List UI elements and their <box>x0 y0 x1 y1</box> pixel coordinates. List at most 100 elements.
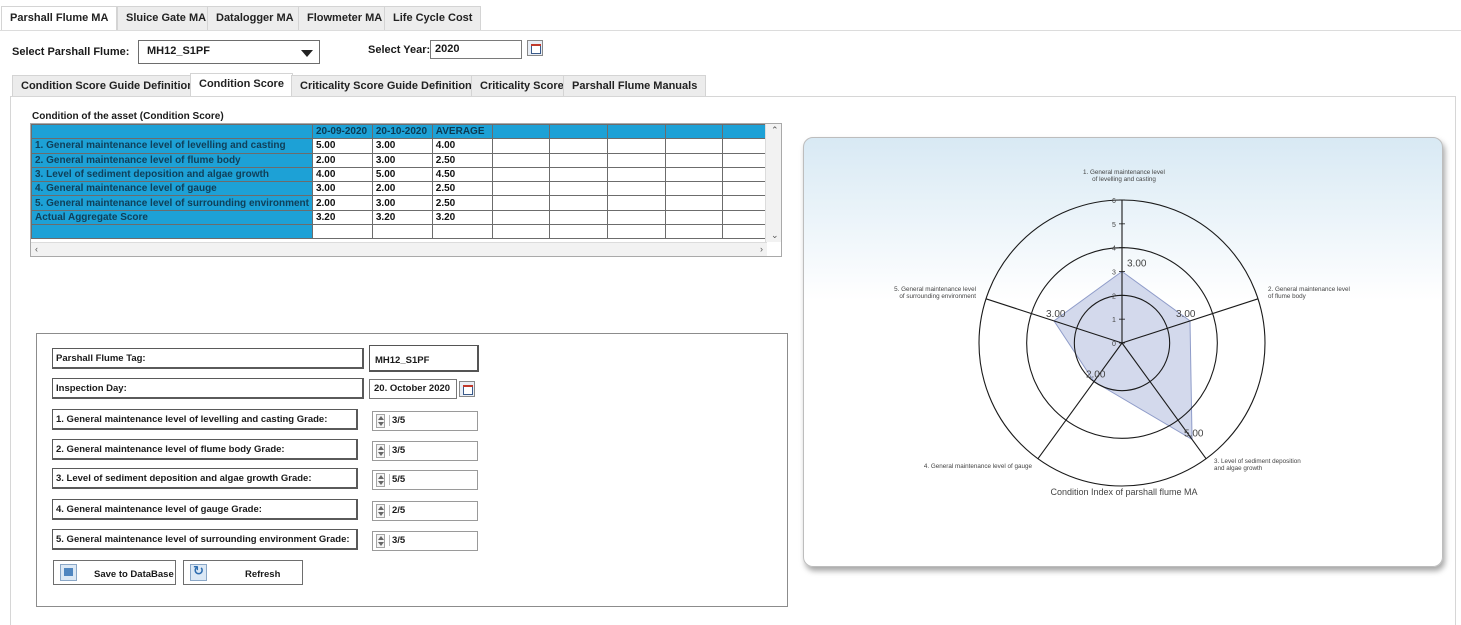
flume-dropdown[interactable]: MH12_S1PF <box>138 40 320 64</box>
cell[interactable]: 3.00 <box>371 152 433 168</box>
cell[interactable]: 3.00 <box>371 195 433 211</box>
calendar-icon[interactable] <box>527 40 543 56</box>
table-row[interactable]: Actual Aggregate Score 3.20 3.20 3.20 <box>31 209 781 226</box>
cell <box>549 209 608 226</box>
tab-sluice-gate-ma[interactable]: Sluice Gate MA <box>117 6 216 30</box>
cell <box>549 138 608 154</box>
cell[interactable]: 3.00 <box>371 138 433 154</box>
row-header: 5. General maintenance level of surround… <box>31 195 313 211</box>
radar-tick-label: 1 <box>1112 317 1116 324</box>
cell <box>606 209 666 226</box>
refresh-button[interactable]: Refresh <box>183 560 303 585</box>
stepper-arrows-icon[interactable] <box>376 534 385 548</box>
cell <box>664 181 724 197</box>
cell[interactable]: 4.50 <box>431 166 493 183</box>
cell[interactable]: 3.20 <box>311 209 373 226</box>
cell[interactable]: 4.00 <box>311 166 373 183</box>
table-row[interactable]: 2. General maintenance level of flume bo… <box>31 152 781 168</box>
grade-value-4: 2/5 <box>389 505 405 516</box>
flume-tag-field[interactable]: MH12_S1PF <box>369 345 479 372</box>
grade-label-4: 4. General maintenance level of gauge Gr… <box>52 499 358 520</box>
calendar-icon[interactable] <box>459 381 475 397</box>
save-to-database-button[interactable]: Save to DataBase <box>53 560 176 585</box>
grade-label-2: 2. General maintenance level of flume bo… <box>52 439 358 460</box>
cell <box>664 152 724 168</box>
cell <box>606 181 666 197</box>
scroll-up-icon[interactable]: ⌃ <box>771 125 779 136</box>
cell <box>431 224 493 240</box>
inspection-day-input[interactable]: 20. October 2020 <box>369 379 457 399</box>
refresh-icon <box>190 564 207 581</box>
cell <box>491 166 551 183</box>
grade-stepper-2[interactable]: 3/5 <box>372 441 478 461</box>
radar-axis-label: 3. Level of sediment deposition <box>1214 458 1301 465</box>
cell <box>549 195 608 211</box>
table-row[interactable]: 1. General maintenance level of levellin… <box>31 138 781 154</box>
cell <box>664 138 724 154</box>
cell[interactable]: 3.00 <box>311 181 373 197</box>
tab-criticality-score[interactable]: Criticality Score <box>471 75 573 97</box>
column-header <box>664 124 724 140</box>
column-header[interactable]: 20-10-2020 <box>371 124 433 140</box>
table-row[interactable]: 3. Level of sediment deposition and alga… <box>31 166 781 183</box>
grade-stepper-5[interactable]: 3/5 <box>372 531 478 551</box>
radar-tick-label: 4 <box>1112 246 1116 253</box>
header-corner-cell <box>31 124 313 140</box>
cell <box>549 152 608 168</box>
radar-chart: 0 1 2 3 4 5 6 3.00 3.00 5.00 2.00 3.00 1. General ma… <box>894 169 1350 497</box>
stepper-arrows-icon[interactable] <box>376 444 385 458</box>
tab-condition-score-guide[interactable]: Condition Score Guide Definition <box>12 75 203 97</box>
cell[interactable]: 3.20 <box>371 209 433 226</box>
table-row[interactable]: 5. General maintenance level of surround… <box>31 195 781 211</box>
column-header <box>549 124 608 140</box>
scroll-right-icon[interactable]: › <box>760 244 763 254</box>
cell[interactable]: 2.50 <box>431 152 493 168</box>
tab-criticality-score-guide[interactable]: Criticality Score Guide Definition <box>291 75 481 97</box>
row-header: 2. General maintenance level of flume bo… <box>31 152 313 168</box>
column-header[interactable]: 20-09-2020 <box>311 124 373 140</box>
radar-data-label: 3.00 <box>1046 309 1066 320</box>
grade-label-3: 3. Level of sediment deposition and alga… <box>52 468 358 489</box>
row-header: 3. Level of sediment deposition and alga… <box>31 166 313 183</box>
vertical-scrollbar[interactable]: ⌃ ⌄ <box>765 124 781 242</box>
stepper-arrows-icon[interactable] <box>376 504 385 518</box>
table-row[interactable]: 4. General maintenance level of gauge 3.… <box>31 181 781 197</box>
tab-flowmeter-ma[interactable]: Flowmeter MA <box>298 6 392 30</box>
scroll-down-icon[interactable]: ⌄ <box>771 230 779 241</box>
cell[interactable]: 2.50 <box>431 181 493 197</box>
chevron-down-icon <box>301 50 313 57</box>
tab-datalogger-ma[interactable]: Datalogger MA <box>207 6 303 30</box>
radar-axis-label: 1. General maintenance level <box>1083 169 1165 176</box>
cell[interactable]: 5.00 <box>371 166 433 183</box>
year-input[interactable]: 2020 <box>430 40 522 59</box>
cell[interactable]: 4.00 <box>431 138 493 154</box>
tab-condition-score[interactable]: Condition Score <box>190 73 293 97</box>
grade-stepper-4[interactable]: 2/5 <box>372 501 478 521</box>
column-header[interactable]: AVERAGE <box>431 124 493 140</box>
radar-axis-label: of surrounding environment <box>899 293 976 300</box>
stepper-arrows-icon[interactable] <box>376 414 385 428</box>
cell <box>664 195 724 211</box>
tab-life-cycle-cost[interactable]: Life Cycle Cost <box>384 6 482 30</box>
cell[interactable]: 5.00 <box>311 138 373 154</box>
stepper-arrows-icon[interactable] <box>376 473 385 487</box>
grade-stepper-1[interactable]: 3/5 <box>372 411 478 431</box>
grade-value-2: 3/5 <box>389 445 405 456</box>
radar-tick-label: 0 <box>1112 341 1116 348</box>
tab-parshall-flume-manuals[interactable]: Parshall Flume Manuals <box>563 75 707 97</box>
cell[interactable]: 2.00 <box>311 152 373 168</box>
scroll-left-icon[interactable]: ‹ <box>35 244 38 254</box>
column-header <box>491 124 551 140</box>
radar-chart-title: Condition Index of parshall flume MA <box>1050 487 1197 497</box>
radar-data-label: 2.00 <box>1086 370 1106 381</box>
cell[interactable]: 3.20 <box>431 209 493 226</box>
cell[interactable]: 2.00 <box>311 195 373 211</box>
table-row[interactable] <box>31 224 781 240</box>
grade-stepper-3[interactable]: 5/5 <box>372 470 478 490</box>
condition-grid[interactable]: 20-09-2020 20-10-2020 AVERAGE 1. General… <box>30 123 782 257</box>
cell <box>549 224 608 240</box>
tab-parshall-flume-ma[interactable]: Parshall Flume MA <box>1 6 118 30</box>
cell[interactable]: 2.00 <box>371 181 433 197</box>
cell[interactable]: 2.50 <box>431 195 493 211</box>
horizontal-scrollbar[interactable]: ‹ › <box>31 242 767 256</box>
